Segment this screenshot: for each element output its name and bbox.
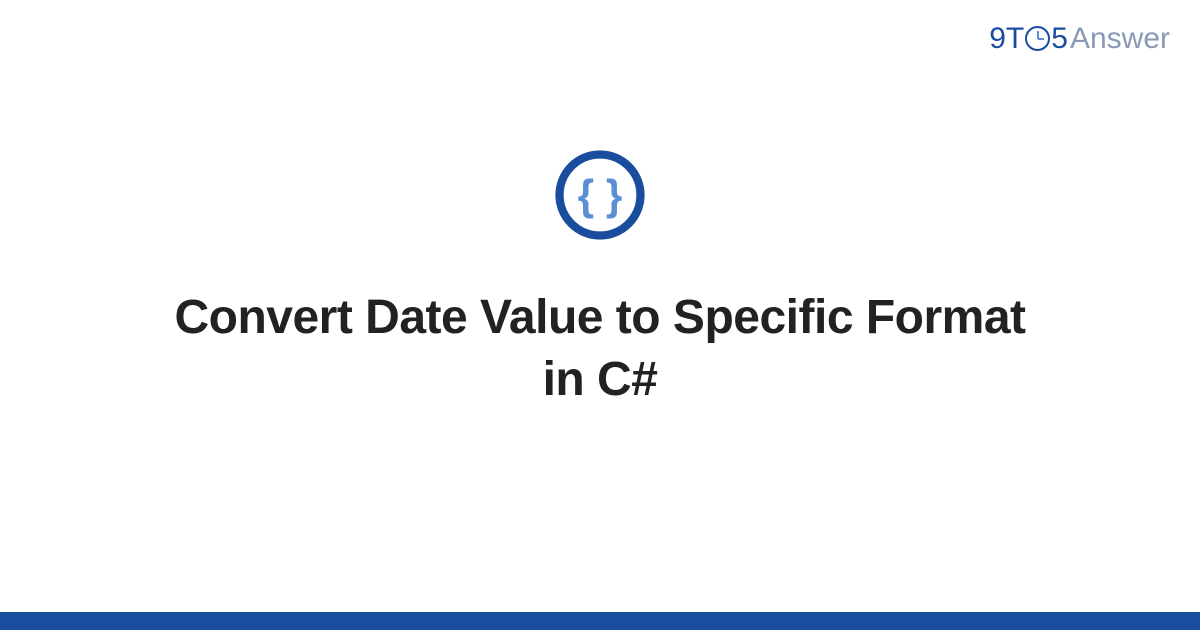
bottom-accent-bar [0, 612, 1200, 630]
main-content: { } Convert Date Value to Specific Forma… [0, 0, 1200, 630]
page-title: Convert Date Value to Specific Format in… [150, 287, 1050, 412]
svg-text:{ }: { } [578, 171, 623, 218]
code-braces-icon: { } [554, 149, 646, 241]
